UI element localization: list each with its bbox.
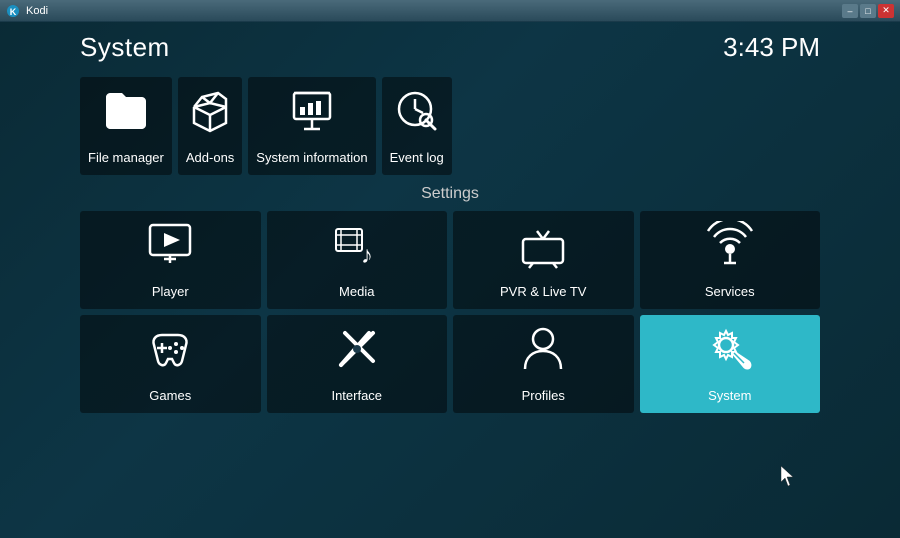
folder-icon <box>102 87 150 142</box>
media-icon: ♪ <box>333 221 381 276</box>
kodi-icon: K <box>6 4 20 18</box>
file-manager-label: File manager <box>88 150 164 165</box>
maximize-button[interactable]: □ <box>860 4 876 18</box>
interface-icon <box>333 325 381 380</box>
presentation-icon <box>288 87 336 142</box>
top-row: File manager Add-ons <box>80 77 820 175</box>
tv-icon <box>519 221 567 276</box>
grid-item-games[interactable]: Games <box>80 315 261 413</box>
grid-item-system-information[interactable]: System information <box>248 77 375 175</box>
grid-item-player[interactable]: Player <box>80 211 261 309</box>
grid-item-file-manager[interactable]: File manager <box>80 77 172 175</box>
titlebar-left: K Kodi <box>6 4 48 18</box>
svg-text:K: K <box>10 7 17 17</box>
close-button[interactable]: ✕ <box>878 4 894 18</box>
gear-wrench-icon <box>706 325 754 380</box>
grid-item-event-log[interactable]: Event log <box>382 77 452 175</box>
add-ons-label: Add-ons <box>186 150 234 165</box>
main-content: System 3:43 PM File manager <box>0 22 900 538</box>
settings-label: Settings <box>80 185 820 203</box>
svg-text:♪: ♪ <box>361 242 373 269</box>
titlebar: K Kodi – □ ✕ <box>0 0 900 22</box>
page-title: System <box>80 32 170 63</box>
system-information-label: System information <box>256 150 367 165</box>
settings-grid: Player ♪ Media <box>80 211 820 413</box>
grid-item-add-ons[interactable]: Add-ons <box>178 77 242 175</box>
grid-item-profiles[interactable]: Profiles <box>453 315 634 413</box>
grid-item-system[interactable]: System <box>640 315 821 413</box>
clock: 3:43 PM <box>723 32 820 63</box>
box-icon <box>186 87 234 142</box>
window-title: Kodi <box>26 5 48 17</box>
event-log-icon <box>393 87 441 142</box>
grid-item-media[interactable]: ♪ Media <box>267 211 448 309</box>
podcast-icon <box>706 221 754 276</box>
pvr-live-tv-label: PVR & Live TV <box>500 284 586 299</box>
header: System 3:43 PM <box>80 32 820 63</box>
media-label: Media <box>339 284 374 299</box>
grid-item-pvr-live-tv[interactable]: PVR & Live TV <box>453 211 634 309</box>
profiles-label: Profiles <box>522 388 565 403</box>
games-label: Games <box>149 388 191 403</box>
event-log-label: Event log <box>390 150 444 165</box>
grid-item-services[interactable]: Services <box>640 211 821 309</box>
settings-section: Settings Player <box>80 185 820 528</box>
grid-item-interface[interactable]: Interface <box>267 315 448 413</box>
gamepad-icon <box>146 325 194 380</box>
play-icon <box>146 221 194 276</box>
person-icon <box>519 325 567 380</box>
system-settings-label: System <box>708 388 751 403</box>
minimize-button[interactable]: – <box>842 4 858 18</box>
titlebar-controls: – □ ✕ <box>842 4 894 18</box>
services-label: Services <box>705 284 755 299</box>
interface-label: Interface <box>331 388 382 403</box>
player-label: Player <box>152 284 189 299</box>
